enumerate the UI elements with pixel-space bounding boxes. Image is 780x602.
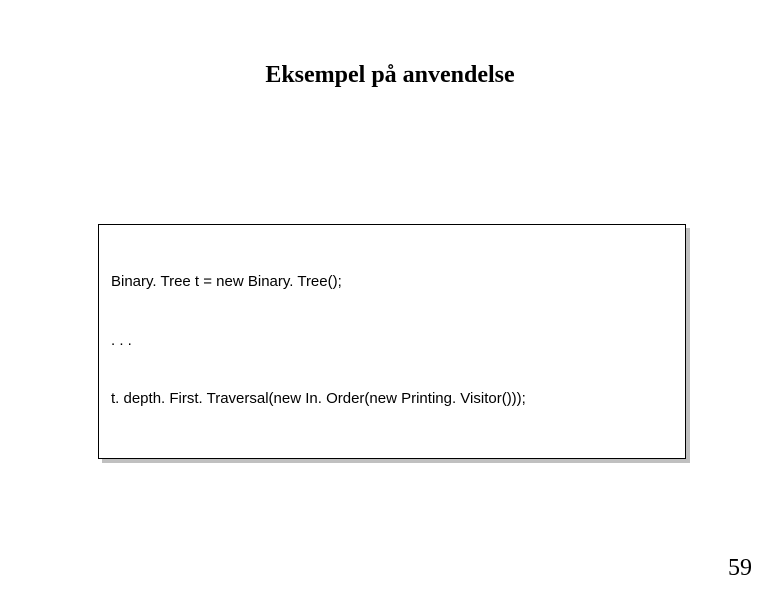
slide-title: Eksempel på anvendelse [0,62,780,89]
code-line-2: . . . [111,331,673,351]
code-example-container: Binary. Tree t = new Binary. Tree(); . .… [98,224,686,459]
code-line-1: Binary. Tree t = new Binary. Tree(); [111,272,673,292]
code-line-3: t. depth. First. Traversal(new In. Order… [111,389,673,409]
page-number: 59 [728,555,752,582]
code-box: Binary. Tree t = new Binary. Tree(); . .… [98,224,686,459]
